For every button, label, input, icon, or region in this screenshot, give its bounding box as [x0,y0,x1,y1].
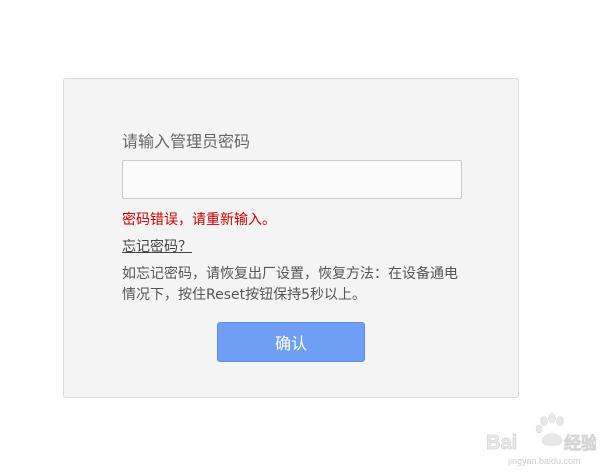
login-panel: 请输入管理员密码 密码错误，请重新输入。 忘记密码？ 如忘记密码，请恢复出厂设置… [63,78,519,398]
forgot-password-link[interactable]: 忘记密码？ [122,236,192,256]
confirm-button[interactable]: 确认 [217,322,365,362]
baidu-jingyan-watermark-logo: Bai 经验 jingyan.baidu.com [486,413,596,466]
panel-title: 请输入管理员密码 [122,132,251,151]
svg-text:Bai: Bai [486,432,517,454]
error-message: 密码错误，请重新输入。 [122,212,276,228]
password-input[interactable] [122,160,462,199]
svg-text:jingyan.baidu.com: jingyan.baidu.com [507,456,581,466]
page: 请输入管理员密码 密码错误，请重新输入。 忘记密码？ 如忘记密码，请恢复出厂设置… [0,0,610,475]
reset-help-text: 如忘记密码，请恢复出厂设置，恢复方法：在设备通电情况下，按住Reset按钮保持5… [122,266,458,303]
svg-text:经验: 经验 [564,433,596,454]
